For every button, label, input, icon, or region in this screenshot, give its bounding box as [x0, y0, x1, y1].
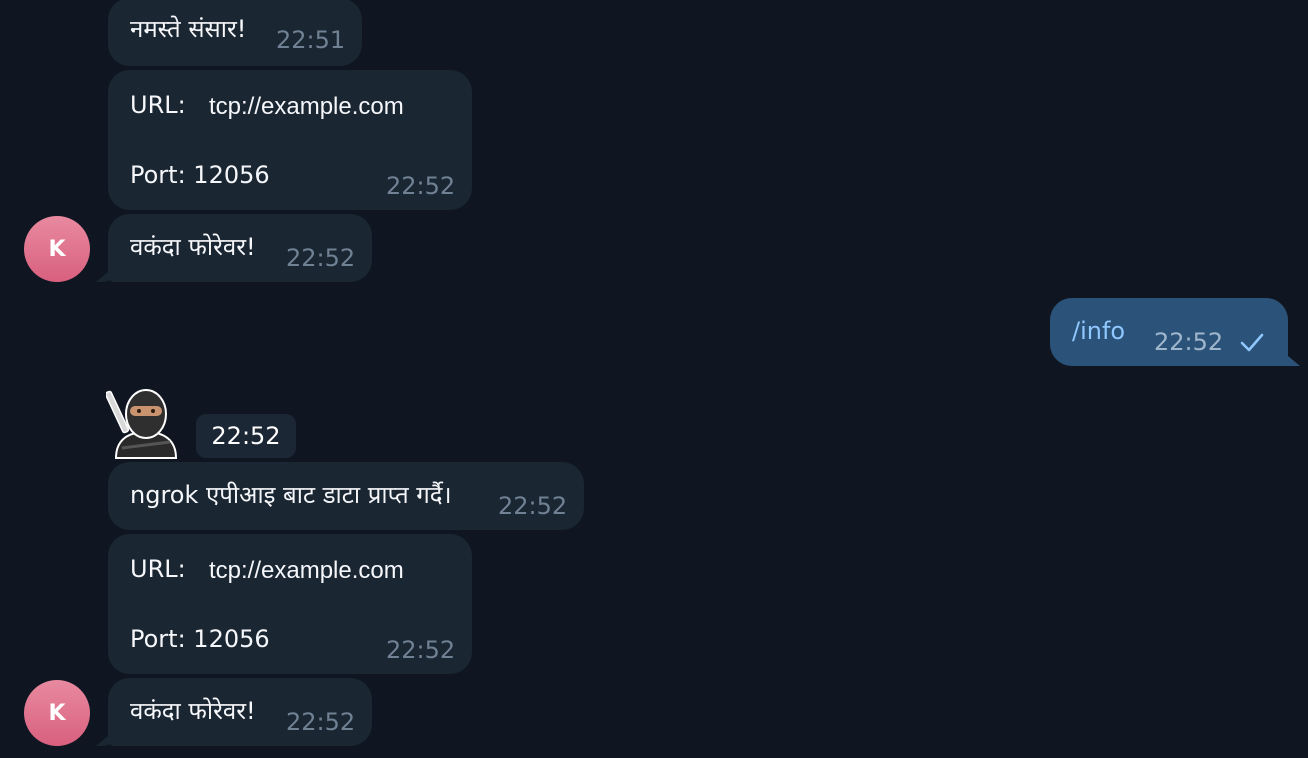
message-time: 22:52 — [386, 172, 456, 200]
url-value[interactable]: tcp://example.com — [209, 556, 404, 586]
sticker-time-badge: 22:52 — [196, 414, 296, 458]
ninja-sticker-icon[interactable] — [106, 384, 186, 460]
avatar-initial: K — [48, 700, 66, 726]
message-bubble[interactable]: वकंदा फोरेवर! 22:52 — [108, 214, 372, 282]
message-bubble[interactable]: वकंदा फोरेवर! 22:52 — [108, 678, 372, 746]
avatar-initial: K — [48, 236, 66, 262]
message-time: 22:52 — [286, 708, 356, 736]
message-text: /info — [1072, 317, 1126, 345]
avatar[interactable]: K — [24, 216, 90, 282]
url-label: URL: — [130, 91, 186, 119]
message-text: वकंदा फोरेवर! — [130, 697, 256, 725]
message-text: नमस्ते संसार! — [130, 15, 247, 43]
message-bubble[interactable]: URL: tcp://example.com Port: 12056 22:52 — [108, 534, 472, 674]
url-value[interactable]: tcp://example.com — [209, 92, 404, 122]
message-text: वकंदा फोरेवर! — [130, 233, 256, 261]
chat-history: नमस्ते संसार! 22:51 URL: tcp://example.c… — [0, 0, 1308, 758]
url-label: URL: — [130, 555, 186, 583]
port-text: Port: 12056 — [130, 161, 270, 189]
message-time: 22:51 — [276, 26, 346, 54]
avatar[interactable]: K — [24, 680, 90, 746]
message-time: 22:52 — [286, 244, 356, 272]
outgoing-message-bubble[interactable]: /info 22:52 — [1050, 298, 1288, 366]
message-bubble[interactable]: नमस्ते संसार! 22:51 — [108, 0, 362, 66]
message-time: 22:52 — [211, 422, 281, 450]
message-time: 22:52 — [386, 636, 456, 664]
port-text: Port: 12056 — [130, 625, 270, 653]
message-bubble[interactable]: URL: tcp://example.com Port: 12056 22:52 — [108, 70, 472, 210]
message-text: ngrok एपीआइ बाट डाटा प्राप्त गर्दै। — [130, 481, 452, 509]
message-bubble[interactable]: ngrok एपीआइ बाट डाटा प्राप्त गर्दै। 22:5… — [108, 462, 584, 530]
sent-check-icon — [1240, 333, 1264, 352]
message-time: 22:52 — [498, 492, 568, 520]
message-time: 22:52 — [1154, 328, 1224, 356]
